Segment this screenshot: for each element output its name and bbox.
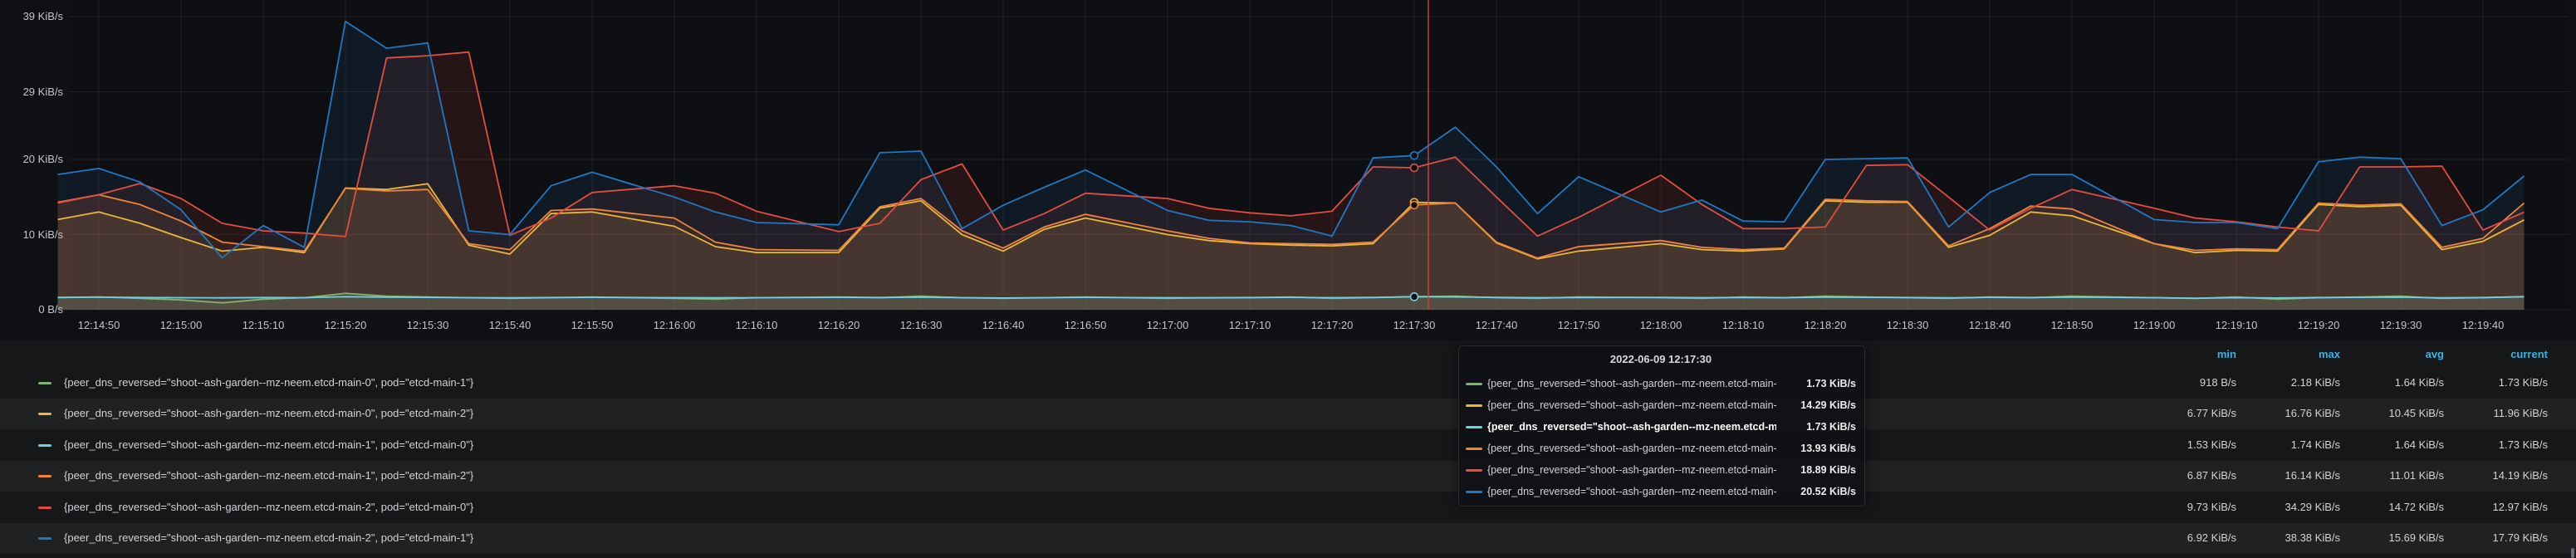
x-tick-label: 12:17:00 [1147,319,1189,331]
tooltip-series-value: 1.73 KiB/s [1776,378,1856,389]
x-tick-label: 12:19:40 [2462,319,2505,331]
scrollbar-thumb[interactable] [2571,548,2574,558]
x-tick-label: 12:15:40 [489,319,531,331]
tooltip-row: {peer_dns_reversed="shoot--ash-garden--m… [1466,373,1856,394]
tooltip-color-dash-icon [1466,469,1482,472]
tooltip-series-label: {peer_dns_reversed="shoot--ash-garden--m… [1487,399,1776,411]
tooltip-series-label: {peer_dns_reversed="shoot--ash-garden--m… [1487,378,1776,389]
y-tick-label: 29 KiB/s [0,86,63,99]
legend-stat-current: 17.79 KiB/s [2407,531,2548,544]
tooltip-color-dash-icon [1466,404,1482,407]
x-tick-label: 12:17:40 [1476,319,1518,331]
legend-row: {peer_dns_reversed="shoot--ash-garden--m… [0,368,2576,399]
tooltip-row: {peer_dns_reversed="shoot--ash-garden--m… [1466,481,1856,502]
tooltip-series-value: 14.29 KiB/s [1776,399,1856,411]
y-tick-label: 0 B/s [0,303,63,316]
tooltip-row: {peer_dns_reversed="shoot--ash-garden--m… [1466,459,1856,481]
tooltip-series-label: {peer_dns_reversed="shoot--ash-garden--m… [1487,486,1776,497]
tooltip-row: {peer_dns_reversed="shoot--ash-garden--m… [1466,438,1856,459]
tooltip-row: {peer_dns_reversed="shoot--ash-garden--m… [1466,394,1856,416]
x-tick-label: 12:16:50 [1065,319,1107,331]
tooltip-series-label: {peer_dns_reversed="shoot--ash-garden--m… [1487,443,1776,454]
legend-stat-current: 12.97 KiB/s [2407,501,2548,513]
legend-stat-current: 14.19 KiB/s [2407,469,2548,482]
tooltip-row: {peer_dns_reversed="shoot--ash-garden--m… [1466,416,1856,438]
x-tick-label: 12:18:40 [1969,319,2011,331]
tooltip-color-dash-icon [1466,491,1482,493]
x-tick-label: 12:15:00 [160,319,203,331]
y-tick-label: 20 KiB/s [0,153,63,166]
tooltip-series-value: 1.73 KiB/s [1776,421,1856,433]
legend-row: {peer_dns_reversed="shoot--ash-garden--m… [0,492,2576,523]
x-tick-label: 12:17:20 [1311,319,1354,331]
legend-color-dash-icon [38,382,51,384]
chart-canvas[interactable] [0,0,2576,340]
x-tick-label: 12:16:20 [818,319,860,331]
legend-color-dash-icon [38,413,51,415]
x-tick-label: 12:19:30 [2380,319,2422,331]
legend-series-label[interactable]: {peer_dns_reversed="shoot--ash-garden--m… [64,376,473,389]
graph-panel: 39 KiB/s 29 KiB/s 20 KiB/s 10 KiB/s 0 B/s 12… [0,0,2576,558]
legend-row: {peer_dns_reversed="shoot--ash-garden--m… [0,461,2576,492]
legend-color-dash-icon [38,537,51,540]
x-tick-label: 12:19:20 [2298,319,2340,331]
legend-series-label[interactable]: {peer_dns_reversed="shoot--ash-garden--m… [64,407,473,419]
legend-series-label[interactable]: {peer_dns_reversed="shoot--ash-garden--m… [64,501,473,513]
legend-stat-current: 1.73 KiB/s [2407,376,2548,389]
legend-series-label[interactable]: {peer_dns_reversed="shoot--ash-garden--m… [64,469,473,482]
legend-stat-current: 11.96 KiB/s [2407,407,2548,419]
legend-stat-current: 1.73 KiB/s [2407,438,2548,451]
tooltip-color-dash-icon [1466,448,1482,450]
x-tick-label: 12:19:10 [2216,319,2258,331]
x-tick-label: 12:16:00 [654,319,696,331]
legend-color-dash-icon [38,507,51,509]
x-tick-label: 12:18:10 [1722,319,1765,331]
y-tick-label: 39 KiB/s [0,10,63,23]
tooltip-series-value: 13.93 KiB/s [1776,443,1856,454]
x-tick-label: 12:15:30 [407,319,449,331]
tooltip-series-value: 18.89 KiB/s [1776,464,1856,476]
x-tick-label: 12:15:20 [325,319,367,331]
x-tick-label: 12:18:20 [1805,319,1847,331]
x-tick-label: 12:14:50 [78,319,120,331]
hover-point-5 [1411,152,1418,159]
x-tick-label: 12:16:30 [900,319,943,331]
x-tick-label: 12:17:10 [1229,319,1271,331]
x-tick-label: 12:16:10 [736,319,778,331]
legend: minmaxavgcurrent {peer_dns_reversed="sho… [0,340,2576,558]
x-tick-label: 12:17:30 [1393,319,1436,331]
legend-color-dash-icon [38,444,51,447]
y-tick-label: 10 KiB/s [0,228,63,242]
hover-tooltip: 2022-06-09 12:17:30 {peer_dns_reversed="… [1458,345,1865,507]
legend-row: {peer_dns_reversed="shoot--ash-garden--m… [0,430,2576,461]
tooltip-series-label: {peer_dns_reversed="shoot--ash-garden--m… [1487,421,1776,433]
time-series-plot[interactable]: 39 KiB/s 29 KiB/s 20 KiB/s 10 KiB/s 0 B/s 12… [0,0,2576,340]
x-tick-label: 12:15:10 [242,319,285,331]
x-tick-label: 12:18:50 [2051,319,2094,331]
x-tick-label: 12:17:50 [1558,319,1600,331]
tooltip-color-dash-icon [1466,426,1482,428]
legend-series-label[interactable]: {peer_dns_reversed="shoot--ash-garden--m… [64,531,473,544]
legend-series-label[interactable]: {peer_dns_reversed="shoot--ash-garden--m… [64,438,473,451]
tooltip-series-label: {peer_dns_reversed="shoot--ash-garden--m… [1487,464,1776,476]
legend-header-current[interactable]: current [2407,348,2548,360]
hover-point-4 [1411,164,1418,172]
x-tick-label: 12:18:00 [1640,319,1682,331]
hover-point-3 [1411,201,1418,208]
legend-row: {peer_dns_reversed="shoot--ash-garden--m… [0,399,2576,429]
x-tick-label: 12:15:50 [571,319,614,331]
tooltip-timestamp: 2022-06-09 12:17:30 [1466,353,1856,365]
tooltip-series-value: 20.52 KiB/s [1776,486,1856,497]
x-tick-label: 12:18:30 [1887,319,1929,331]
x-tick-label: 12:16:40 [982,319,1025,331]
legend-color-dash-icon [38,475,51,477]
legend-row: {peer_dns_reversed="shoot--ash-garden--m… [0,523,2576,554]
hover-point-2 [1411,293,1418,301]
tooltip-color-dash-icon [1466,383,1482,385]
x-tick-label: 12:19:00 [2133,319,2176,331]
